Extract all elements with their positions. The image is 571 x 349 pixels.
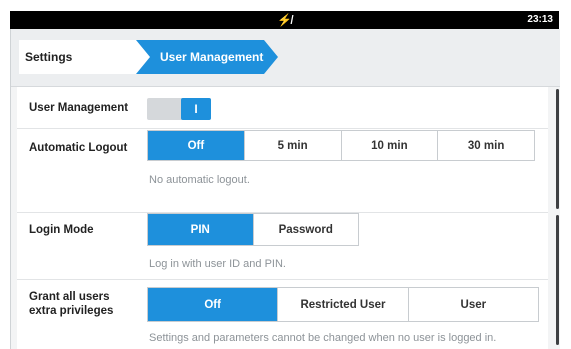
setting-row-login-mode: Login Mode PIN Password Log in with user… <box>17 213 548 280</box>
grant-privileges-selector: Off Restricted User User <box>147 287 539 322</box>
breadcrumb-user-management[interactable]: User Management <box>136 40 278 74</box>
automatic-logout-selector: Off 5 min 10 min 30 min <box>147 130 535 161</box>
user-management-toggle[interactable]: I <box>147 98 211 120</box>
automatic-logout-label: Automatic Logout <box>29 142 128 154</box>
grant-privileges-description: Settings and parameters cannot be change… <box>149 332 497 344</box>
no-network-icon: ⚡̸ <box>277 13 292 27</box>
privileges-option-restricted-user[interactable]: Restricted User <box>277 288 407 321</box>
login-option-pin[interactable]: PIN <box>148 214 253 245</box>
scrollbar-lower[interactable] <box>556 215 559 345</box>
scrollbar[interactable] <box>556 89 559 209</box>
grant-privileges-label-line2: extra privileges <box>29 305 114 317</box>
breadcrumb: Settings User Management <box>11 29 560 87</box>
setting-row-automatic-logout: Automatic Logout Off 5 min 10 min 30 min… <box>17 129 548 213</box>
breadcrumb-settings[interactable]: Settings <box>19 40 151 74</box>
login-mode-label: Login Mode <box>29 224 94 236</box>
settings-list: User Management I Automatic Logout Off 5… <box>11 87 560 349</box>
login-mode-description: Log in with user ID and PIN. <box>149 258 286 270</box>
toggle-knob: I <box>181 98 211 120</box>
settings-app: Settings User Management User Management… <box>10 29 560 349</box>
login-option-password[interactable]: Password <box>252 214 359 245</box>
user-management-label: User Management <box>29 102 129 114</box>
setting-row-grant-privileges: Grant all users extra privileges Off Res… <box>17 280 548 349</box>
logout-option-off[interactable]: Off <box>148 131 244 160</box>
setting-row-user-management: User Management I <box>17 87 548 129</box>
login-mode-selector: PIN Password <box>147 213 359 246</box>
logout-option-5min[interactable]: 5 min <box>243 131 341 160</box>
automatic-logout-description: No automatic logout. <box>149 174 250 186</box>
privileges-option-user[interactable]: User <box>407 288 538 321</box>
grant-privileges-label: Grant all users extra privileges <box>29 290 113 318</box>
grant-privileges-label-line1: Grant all users <box>29 291 110 303</box>
logout-option-10min[interactable]: 10 min <box>340 131 438 160</box>
privileges-option-off[interactable]: Off <box>148 288 278 321</box>
status-bar: ⚡̸ 23:13 <box>10 11 559 29</box>
logout-option-30min[interactable]: 30 min <box>437 131 534 160</box>
clock: 23:13 <box>527 14 553 25</box>
